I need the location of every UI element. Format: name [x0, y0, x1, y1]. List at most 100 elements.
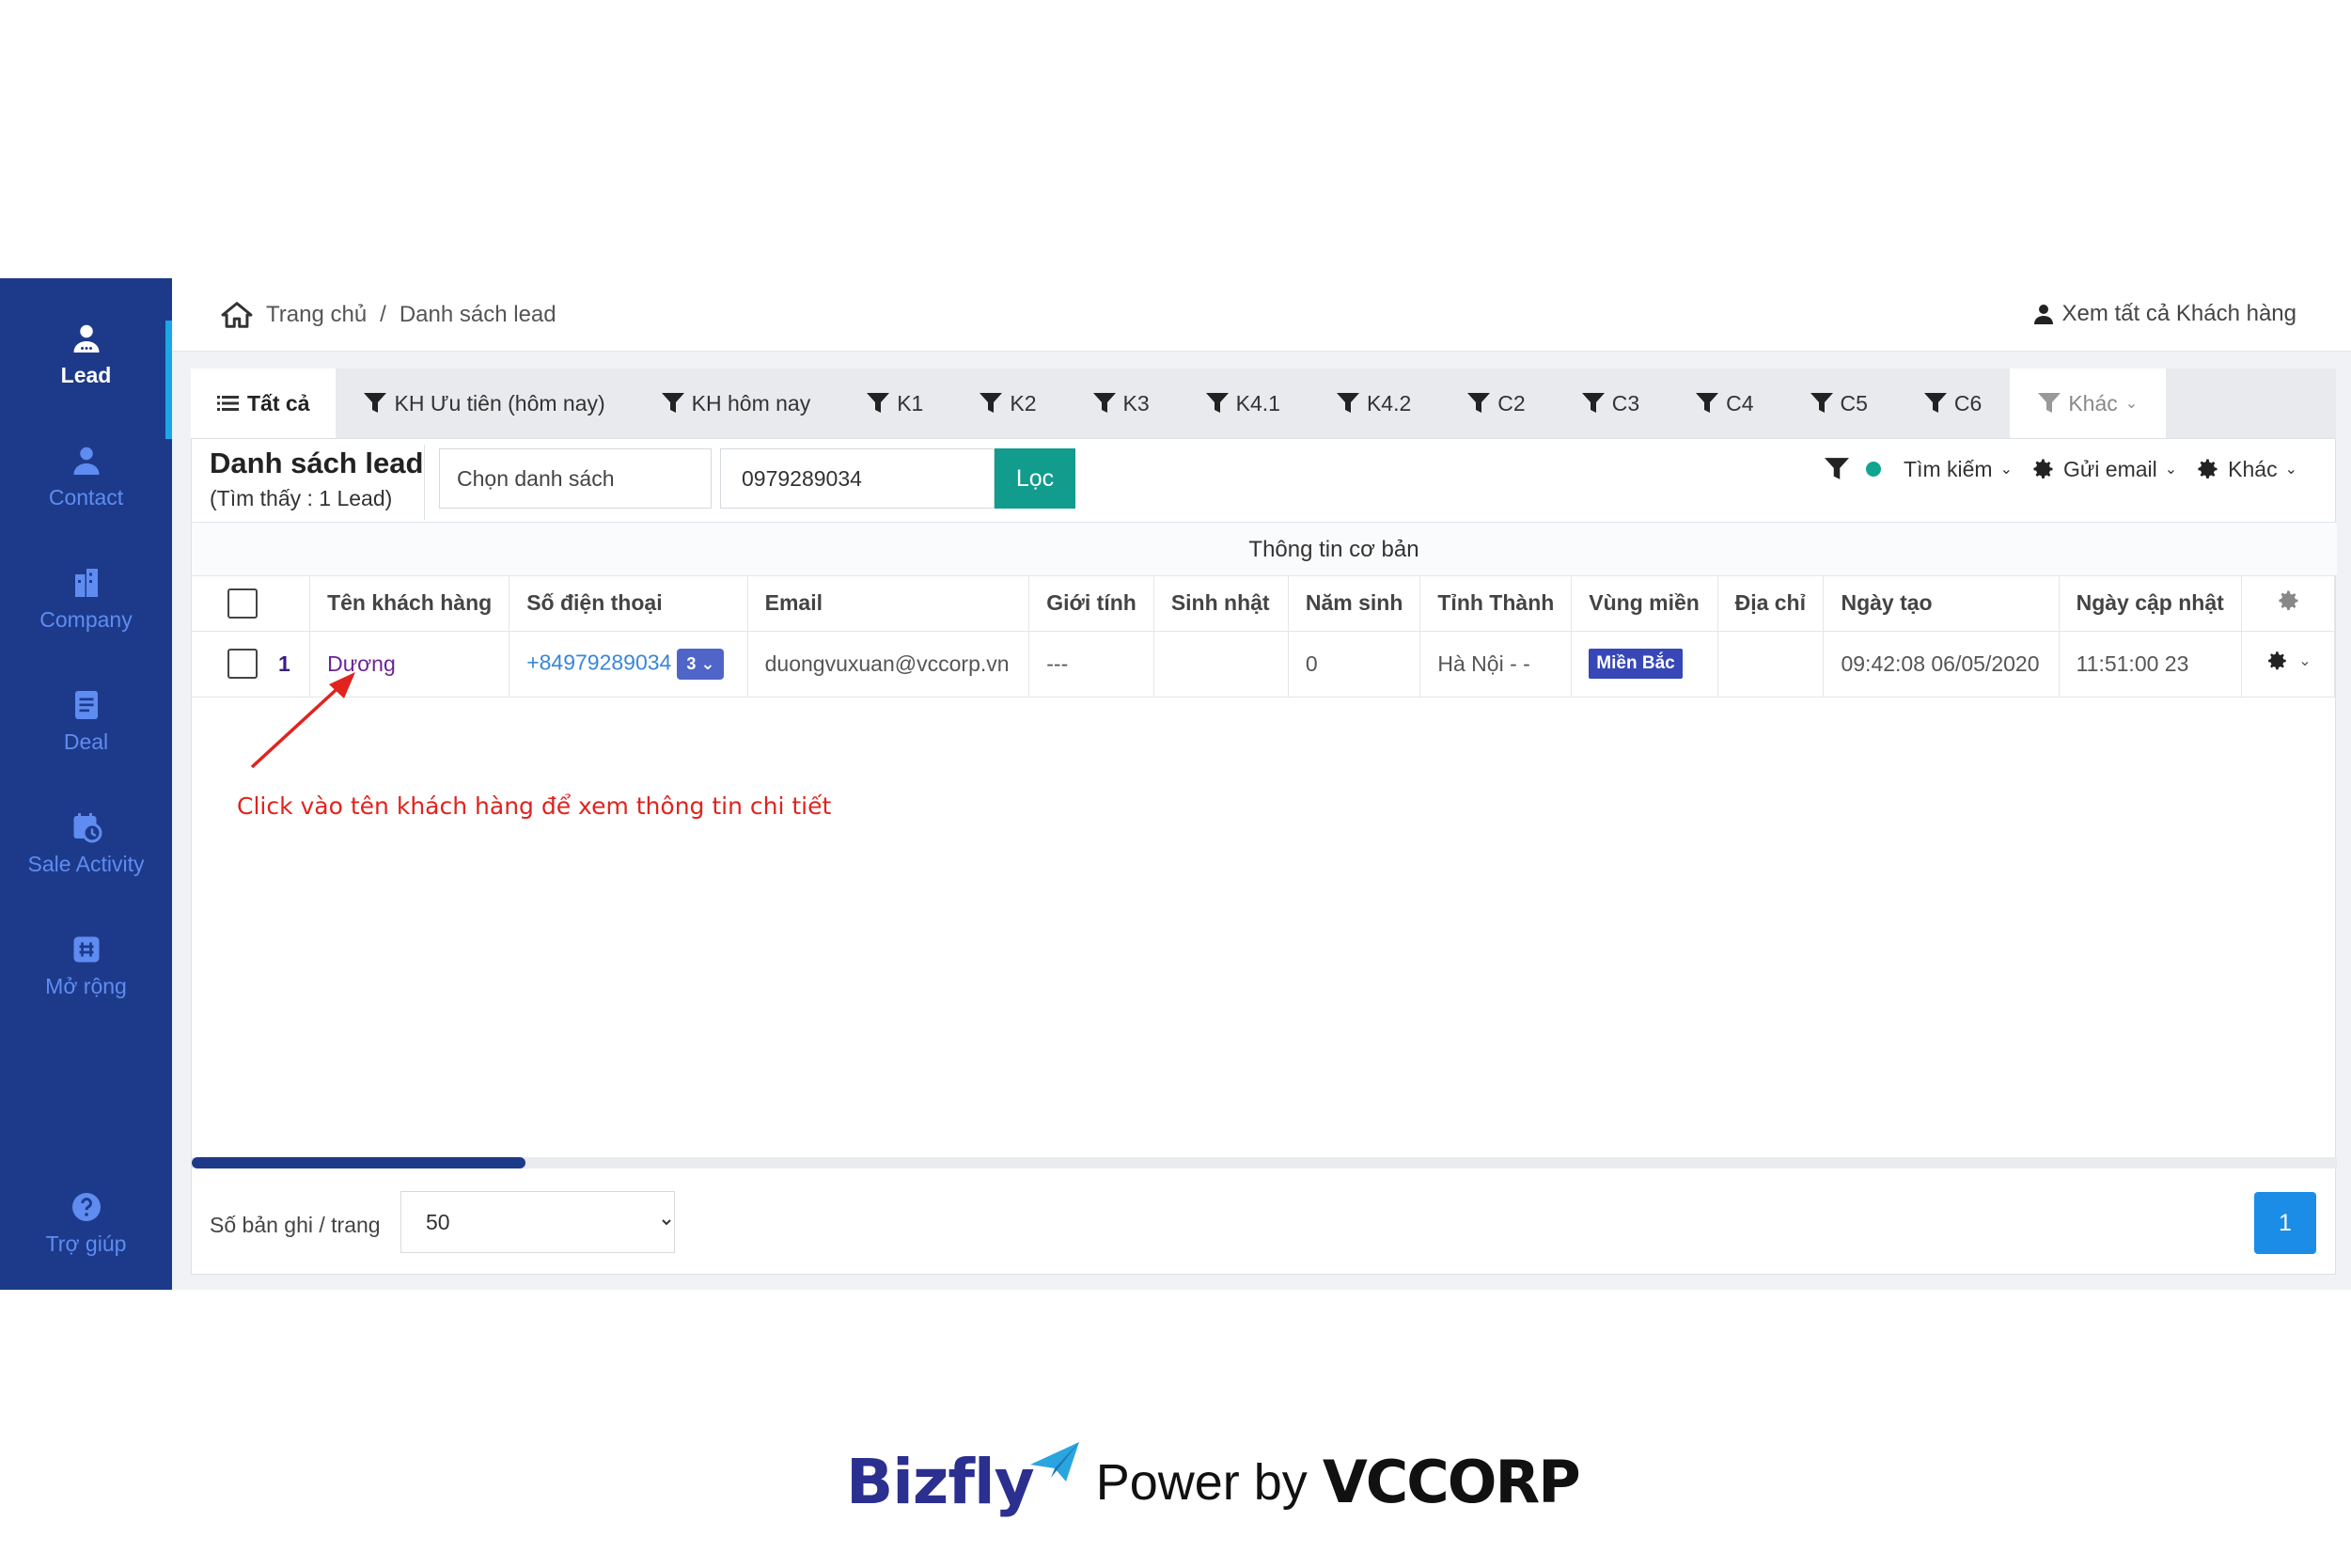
cell-created: 09:42:08 06/05/2020: [1823, 631, 2060, 698]
scrollbar-thumb[interactable]: [192, 1157, 525, 1168]
tab-k3[interactable]: K3: [1065, 368, 1178, 438]
select-all-cell: [192, 576, 311, 632]
sidebar-item-label: Trợ giúp: [45, 1231, 127, 1256]
search-input[interactable]: [720, 448, 995, 509]
sidebar-item-deal[interactable]: Deal: [0, 688, 172, 755]
breadcrumb-current: Danh sách lead: [399, 302, 556, 327]
col-header-name[interactable]: Tên khách hàng: [309, 576, 510, 632]
tab-c4[interactable]: C4: [1668, 368, 1781, 438]
col-header-address[interactable]: Địa chỉ: [1717, 576, 1825, 632]
cell-phone: +84979289034 3 ⌄: [509, 631, 748, 698]
search-dropdown[interactable]: Tìm kiếm ⌄: [1904, 457, 2013, 482]
tab-c3[interactable]: C3: [1554, 368, 1668, 438]
col-header-birthday[interactable]: Sinh nhật: [1153, 576, 1289, 632]
tab-today[interactable]: KH hôm nay: [634, 368, 839, 438]
question-icon: [71, 1193, 101, 1221]
document-icon: [74, 691, 98, 719]
tab-c5[interactable]: C5: [1782, 368, 1896, 438]
list-toolbar: Tìm kiếm ⌄ Gửi email ⌄ Khác ⌄: [1825, 456, 2297, 482]
table-row[interactable]: 1 Dương +84979289034 3 ⌄ duongvuxuan@vcco…: [192, 631, 2336, 698]
chevron-down-icon: ⌄: [2164, 462, 2178, 478]
sidebar-item-lead[interactable]: Lead: [0, 321, 172, 388]
col-header-gender[interactable]: Giới tính: [1028, 576, 1154, 632]
sidebar-item-contact[interactable]: Contact: [0, 444, 172, 510]
col-header-updated[interactable]: Ngày cập nhật: [2059, 576, 2242, 632]
col-header-phone[interactable]: Số điện thoại: [509, 576, 748, 632]
lead-table: Tên khách hàng Số điện thoại Email Giới …: [192, 576, 2336, 698]
tab-k2[interactable]: K2: [951, 368, 1064, 438]
tab-all[interactable]: Tất cả: [191, 368, 337, 438]
other-label: Khác: [2228, 456, 2278, 481]
column-settings-cell: [2241, 576, 2336, 632]
row-actions-cell: ⌄: [2241, 631, 2336, 698]
page-title: Danh sách lead: [210, 447, 424, 479]
other-dropdown[interactable]: Khác ⌄: [2194, 456, 2297, 482]
tab-k4-1[interactable]: K4.1: [1178, 368, 1309, 438]
per-page-label: Số bản ghi / trang: [210, 1213, 381, 1237]
funnel-icon: [1336, 393, 1359, 413]
tab-c2[interactable]: C2: [1439, 368, 1553, 438]
cell-province: Hà Nội - -: [1419, 631, 1573, 698]
filter-tabs: Tất cả KH Ưu tiên (hôm nay) KH hôm nay K…: [191, 368, 2336, 438]
col-header-province[interactable]: Tỉnh Thành: [1419, 576, 1573, 632]
chevron-down-icon: ⌄: [2298, 653, 2312, 669]
tab-label: C6: [1953, 390, 1983, 416]
tab-label: KH hôm nay: [691, 390, 811, 416]
col-header-region[interactable]: Vùng miền: [1571, 576, 1718, 632]
col-header-created[interactable]: Ngày tạo: [1823, 576, 2060, 632]
sidebar-item-label: Company: [39, 607, 133, 632]
cell-updated: 11:51:00 23: [2059, 631, 2242, 698]
col-header-email[interactable]: Email: [747, 576, 1030, 632]
result-count: (Tìm thấy : 1 Lead): [210, 486, 393, 510]
brand-footer: Bizfly Power by VCCORP: [846, 1441, 1581, 1518]
tab-more[interactable]: Khác ⌄: [2010, 368, 2167, 438]
cell-gender: ---: [1028, 631, 1154, 698]
tab-priority-today[interactable]: KH Ưu tiên (hôm nay): [336, 368, 633, 438]
horizontal-scrollbar[interactable]: [192, 1157, 2337, 1168]
filter-button[interactable]: Lọc: [995, 448, 1075, 509]
building-icon: [74, 569, 98, 597]
annotation-text: Click vào tên khách hàng để xem thông ti…: [237, 792, 832, 820]
sidebar-item-extend[interactable]: Mở rộng: [0, 933, 172, 999]
user-icon: [73, 324, 99, 353]
funnel-icon: [1205, 393, 1229, 413]
gear-icon: [2198, 459, 2218, 479]
calendar-clock-icon: [73, 813, 102, 843]
tab-k4-2[interactable]: K4.2: [1309, 368, 1439, 438]
sidebar-item-sale-activity[interactable]: Sale Activity: [0, 810, 172, 877]
active-filter-dot: [1866, 462, 1882, 477]
view-all-customers[interactable]: Xem tất cả Khách hàng: [2032, 301, 2296, 327]
search-dropdown-label: Tìm kiếm: [1904, 456, 1993, 481]
send-email-label: Gửi email: [2063, 456, 2157, 481]
funnel-icon[interactable]: [1825, 458, 1850, 480]
region-badge: Miền Bắc: [1589, 649, 1683, 679]
page-button[interactable]: 1: [2254, 1192, 2316, 1254]
gear-icon[interactable]: [2275, 588, 2301, 614]
tab-k1[interactable]: K1: [839, 368, 951, 438]
phone-link[interactable]: +84979289034: [526, 650, 671, 674]
per-page-select[interactable]: 50: [400, 1191, 675, 1253]
select-all-checkbox[interactable]: [227, 588, 258, 619]
col-header-birth-year[interactable]: Năm sinh: [1288, 576, 1421, 632]
send-email-dropdown[interactable]: Gửi email ⌄: [2030, 456, 2177, 482]
contact-icon: [73, 447, 99, 475]
tab-label: Khác: [2068, 390, 2118, 416]
phone-count-badge[interactable]: 3 ⌄: [677, 648, 725, 680]
top-bar: Trang chủ / Danh sách lead Xem tất cả Kh…: [172, 278, 2351, 352]
cell-birth-year: 0: [1288, 631, 1421, 698]
hash-icon: [73, 936, 99, 963]
breadcrumb-home[interactable]: Trang chủ: [266, 302, 367, 328]
funnel-icon: [980, 393, 1003, 413]
sidebar-item-label: Mở rộng: [45, 974, 127, 998]
sidebar-item-help[interactable]: Trợ giúp: [0, 1190, 172, 1257]
tab-label: K1: [897, 390, 924, 416]
user-icon: [2033, 305, 2053, 324]
tab-c6[interactable]: C6: [1896, 368, 2010, 438]
row-actions-menu[interactable]: ⌄: [2265, 649, 2312, 673]
sidebar-item-company[interactable]: Company: [0, 566, 172, 633]
home-icon[interactable]: [221, 301, 253, 329]
chevron-down-icon: ⌄: [2284, 462, 2297, 478]
choose-list-select[interactable]: Chọn danh sách: [439, 448, 712, 509]
cell-birthday: [1153, 631, 1289, 698]
breadcrumb-separator: /: [380, 302, 386, 327]
